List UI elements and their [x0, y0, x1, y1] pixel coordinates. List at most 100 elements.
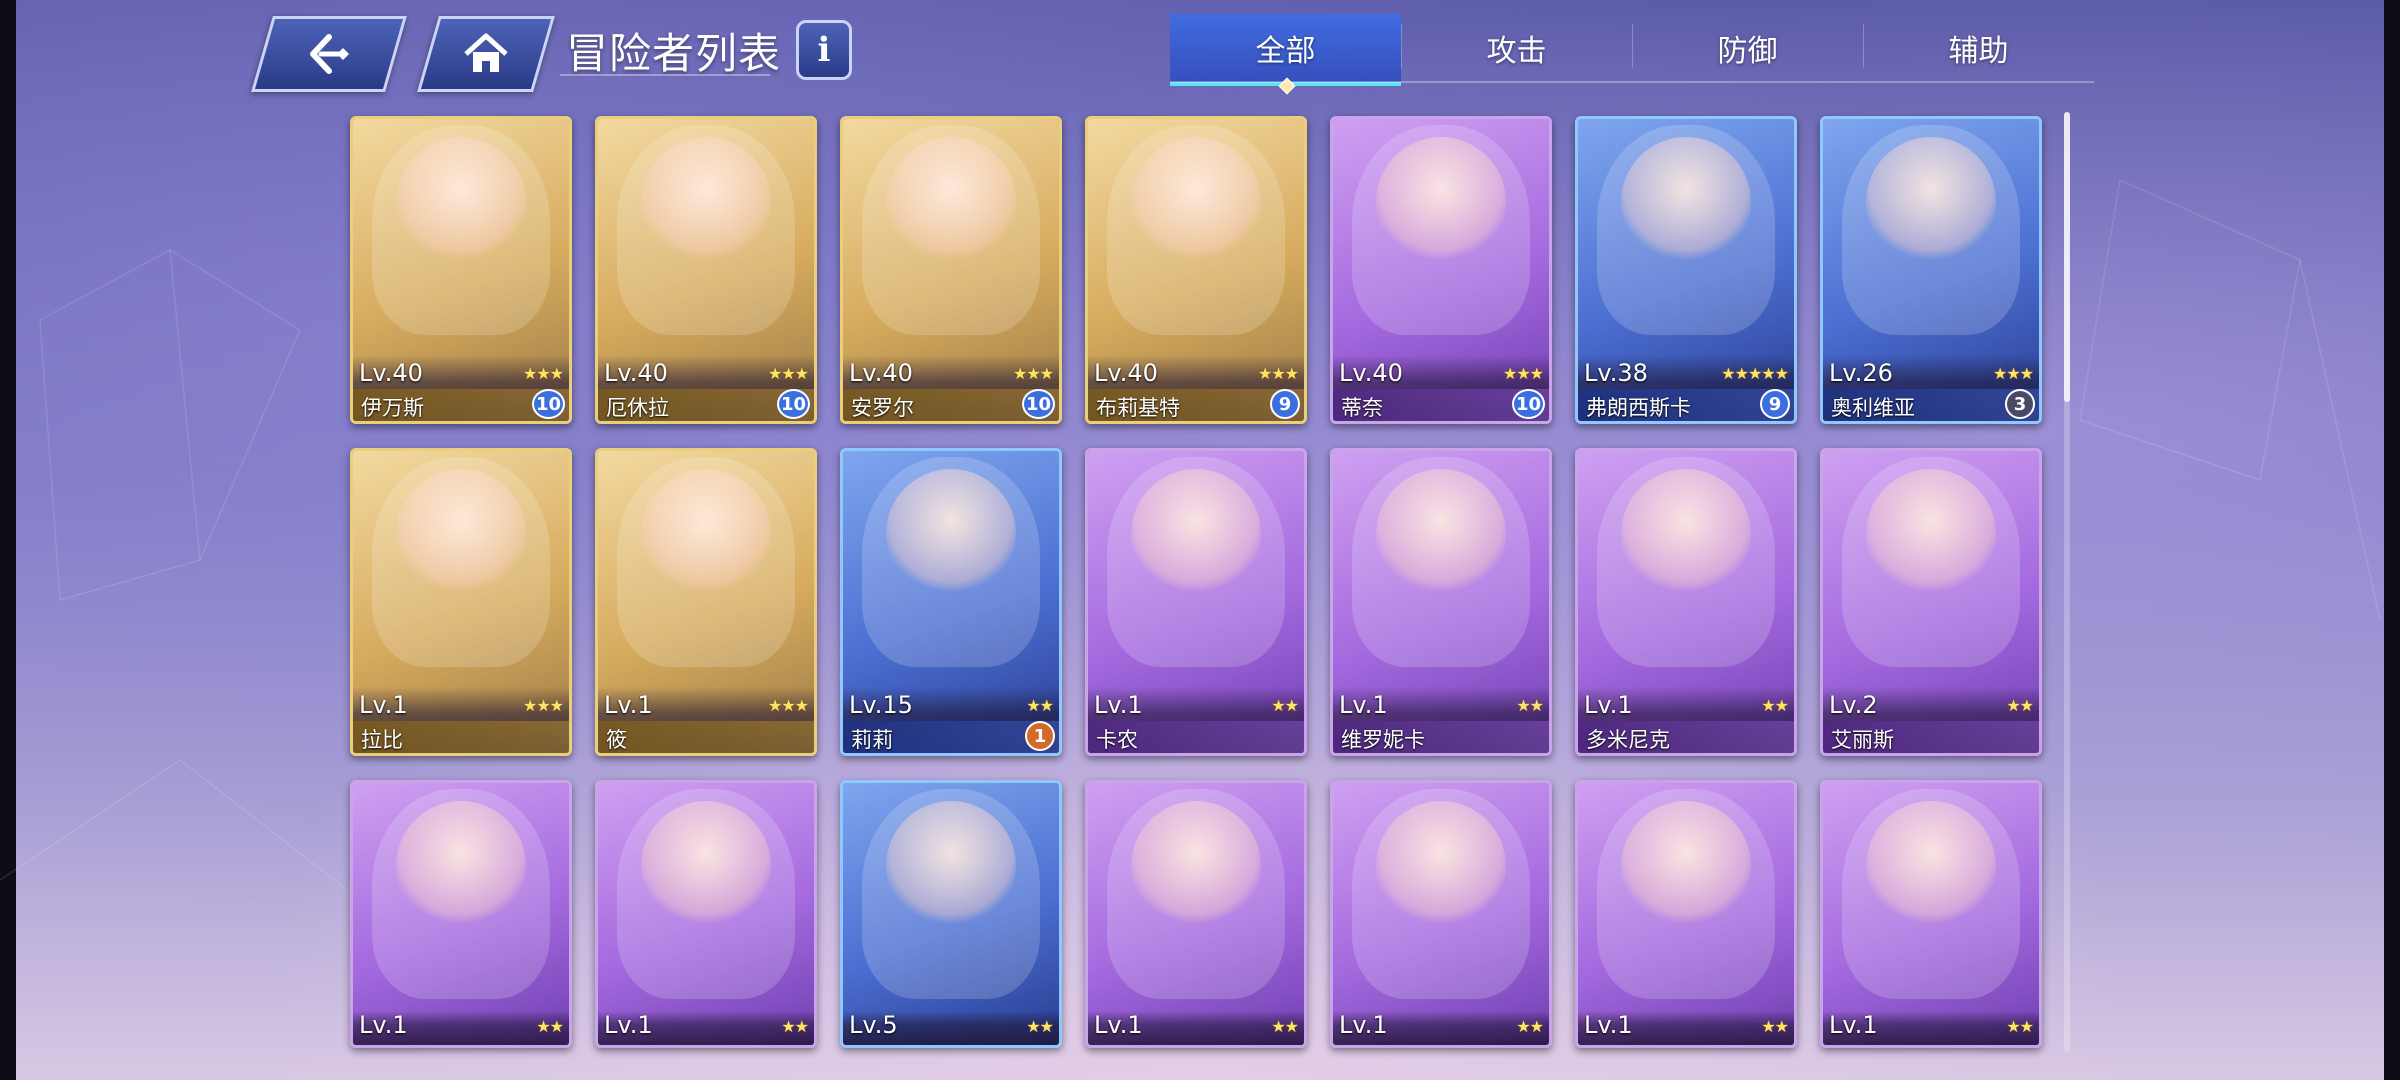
- adventurer-card[interactable]: Lv.26 ★★★ 奥利维亚 3: [1820, 116, 2042, 424]
- nameplate: 维罗妮卡: [1333, 721, 1549, 753]
- adventurer-card[interactable]: Lv.1 ★★: [1820, 780, 2042, 1048]
- adventurer-card[interactable]: Lv.15 ★★ 莉莉 1: [840, 448, 1062, 756]
- star-rating: ★★: [1271, 696, 1299, 715]
- card-info-overlay: Lv.40 ★★★ 安罗尔 10: [843, 355, 1059, 421]
- adventurer-card[interactable]: Lv.1 ★★ 维罗妮卡: [1330, 448, 1552, 756]
- scrollbar-thumb[interactable]: [2064, 112, 2070, 402]
- level-label: Lv.40: [604, 359, 668, 387]
- portrait-art: [1578, 783, 1794, 1045]
- nameplate: 奥利维亚 3: [1823, 389, 2039, 421]
- adventurer-name: 弗朗西斯卡: [1586, 396, 1691, 420]
- level-label: Lv.1: [1339, 1011, 1388, 1039]
- level-label: Lv.1: [359, 1011, 408, 1039]
- adventurer-card[interactable]: Lv.1 ★★ 卡农: [1085, 448, 1307, 756]
- adventurer-card[interactable]: Lv.40 ★★★ 伊万斯 10: [350, 116, 572, 424]
- character-face: [1376, 137, 1506, 267]
- level-label: Lv.2: [1829, 691, 1878, 719]
- character-face: [641, 137, 771, 267]
- character-face: [886, 801, 1016, 931]
- adventurer-card[interactable]: Lv.5 ★★: [840, 780, 1062, 1048]
- nameplate: 拉比: [353, 721, 569, 753]
- star-rating: ★★: [536, 1017, 564, 1036]
- adventurer-card[interactable]: Lv.1 ★★★ 拉比: [350, 448, 572, 756]
- adventurer-card[interactable]: Lv.38 ★★★★★ 弗朗西斯卡 9: [1575, 116, 1797, 424]
- adventurer-grid: Lv.40 ★★★ 伊万斯 10 Lv.40 ★★★ 厄休拉 10 Lv.40 ★★★ 安罗尔 10 L…: [0, 0, 2400, 1080]
- character-face: [396, 801, 526, 931]
- star-rating: ★★: [2006, 696, 2034, 715]
- adventurer-card[interactable]: Lv.40 ★★★ 厄休拉 10: [595, 116, 817, 424]
- adventurer-name: 多米尼克: [1586, 728, 1670, 752]
- character-face: [1866, 469, 1996, 599]
- card-info-overlay: Lv.1 ★★ 卡农: [1088, 687, 1304, 753]
- rank-badge: 10: [1511, 389, 1545, 419]
- level-label: Lv.26: [1829, 359, 1893, 387]
- star-rating: ★★★: [522, 696, 564, 715]
- level-label: Lv.1: [1829, 1011, 1878, 1039]
- card-info-overlay: Lv.38 ★★★★★ 弗朗西斯卡 9: [1578, 355, 1794, 421]
- level-label: Lv.40: [1094, 359, 1158, 387]
- nameplate: 布莉基特 9: [1088, 389, 1304, 421]
- card-info-overlay: Lv.1 ★★: [598, 1011, 814, 1045]
- adventurer-card[interactable]: Lv.40 ★★★ 安罗尔 10: [840, 116, 1062, 424]
- card-info-overlay: Lv.26 ★★★ 奥利维亚 3: [1823, 355, 2039, 421]
- star-rating: ★★: [1271, 1017, 1299, 1036]
- nameplate: 艾丽斯: [1823, 721, 2039, 753]
- star-rating: ★★: [1026, 696, 1054, 715]
- card-info-overlay: Lv.40 ★★★ 厄休拉 10: [598, 355, 814, 421]
- adventurer-name: 拉比: [361, 728, 403, 752]
- card-info-overlay: Lv.5 ★★: [843, 1011, 1059, 1045]
- level-label: Lv.1: [1094, 691, 1143, 719]
- portrait-art: [1088, 783, 1304, 1045]
- star-rating: ★★★: [767, 364, 809, 383]
- adventurer-name: 蒂奈: [1341, 396, 1383, 420]
- card-info-overlay: Lv.1 ★★ 多米尼克: [1578, 687, 1794, 753]
- card-info-overlay: Lv.1 ★★: [1088, 1011, 1304, 1045]
- star-rating: ★★★: [1992, 364, 2034, 383]
- card-info-overlay: Lv.1 ★★★ 拉比: [353, 687, 569, 753]
- rank-badge: 10: [1021, 389, 1055, 419]
- card-info-overlay: Lv.1 ★★ 维罗妮卡: [1333, 687, 1549, 753]
- adventurer-card[interactable]: Lv.1 ★★★ 筱: [595, 448, 817, 756]
- star-rating: ★★: [2006, 1017, 2034, 1036]
- level-label: Lv.40: [849, 359, 913, 387]
- nameplate: 多米尼克: [1578, 721, 1794, 753]
- star-rating: ★★★: [1012, 364, 1054, 383]
- nameplate: 伊万斯 10: [353, 389, 569, 421]
- level-label: Lv.38: [1584, 359, 1648, 387]
- adventurer-card[interactable]: Lv.1 ★★: [1085, 780, 1307, 1048]
- scrollbar[interactable]: [2064, 112, 2070, 1052]
- nameplate: 弗朗西斯卡 9: [1578, 389, 1794, 421]
- adventurer-name: 莉莉: [851, 728, 893, 752]
- character-face: [1376, 469, 1506, 599]
- nameplate: 蒂奈 10: [1333, 389, 1549, 421]
- character-face: [641, 801, 771, 931]
- adventurer-card[interactable]: Lv.40 ★★★ 蒂奈 10: [1330, 116, 1552, 424]
- portrait-art: [1823, 783, 2039, 1045]
- star-rating: ★★: [781, 1017, 809, 1036]
- adventurer-card[interactable]: Lv.1 ★★ 多米尼克: [1575, 448, 1797, 756]
- adventurer-card[interactable]: Lv.40 ★★★ 布莉基特 9: [1085, 116, 1307, 424]
- adventurer-card[interactable]: Lv.1 ★★: [1575, 780, 1797, 1048]
- adventurer-card[interactable]: Lv.2 ★★ 艾丽斯: [1820, 448, 2042, 756]
- level-label: Lv.1: [1584, 1011, 1633, 1039]
- card-info-overlay: Lv.15 ★★ 莉莉 1: [843, 687, 1059, 753]
- adventurer-card[interactable]: Lv.1 ★★: [350, 780, 572, 1048]
- adventurer-card[interactable]: Lv.1 ★★: [1330, 780, 1552, 1048]
- character-face: [396, 469, 526, 599]
- star-rating: ★★★: [1502, 364, 1544, 383]
- character-face: [1866, 801, 1996, 931]
- character-face: [1621, 469, 1751, 599]
- nameplate: 筱: [598, 721, 814, 753]
- character-face: [1866, 137, 1996, 267]
- character-face: [1621, 137, 1751, 267]
- star-rating: ★★★: [1257, 364, 1299, 383]
- card-info-overlay: Lv.40 ★★★ 伊万斯 10: [353, 355, 569, 421]
- star-rating: ★★: [1761, 1017, 1789, 1036]
- nameplate: 莉莉 1: [843, 721, 1059, 753]
- rank-badge: 10: [531, 389, 565, 419]
- adventurer-name: 筱: [606, 728, 627, 752]
- adventurer-card[interactable]: Lv.1 ★★: [595, 780, 817, 1048]
- character-face: [1131, 469, 1261, 599]
- star-rating: ★★★: [767, 696, 809, 715]
- card-info-overlay: Lv.1 ★★: [1333, 1011, 1549, 1045]
